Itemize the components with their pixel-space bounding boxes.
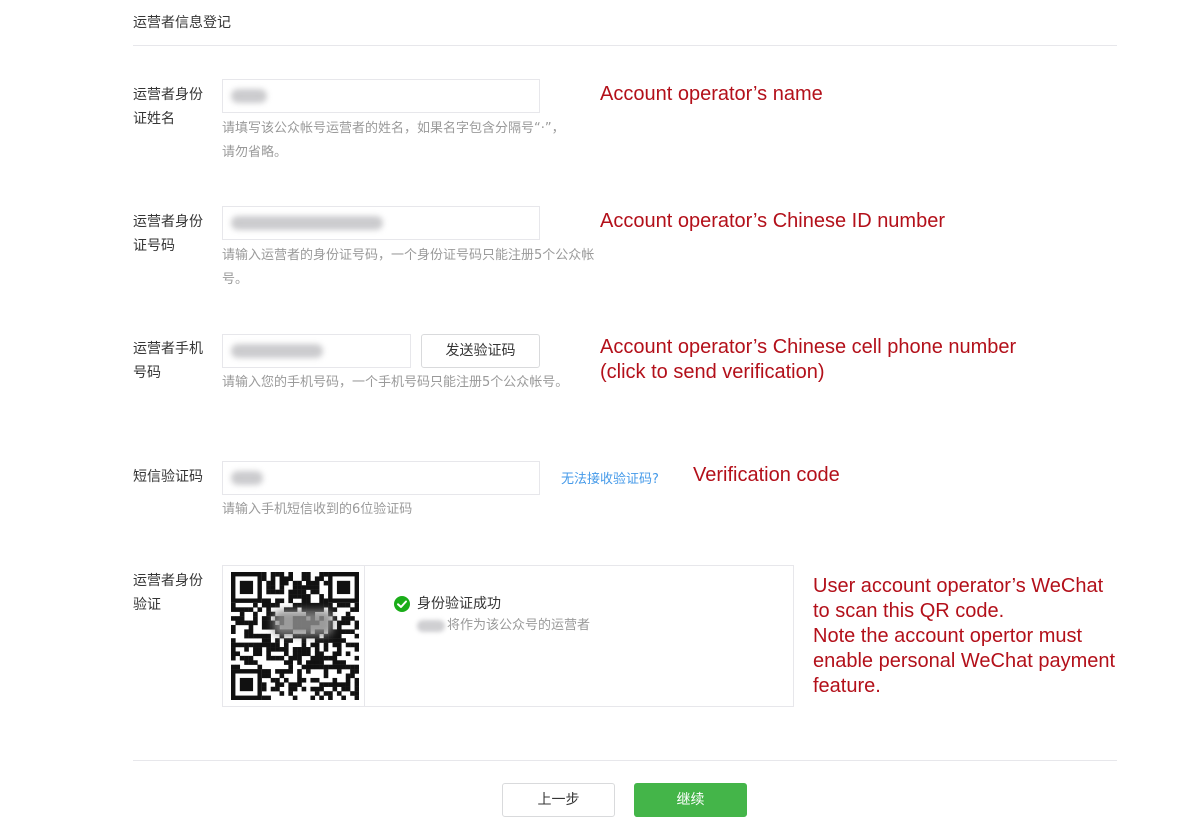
id-name-label: 运营者身份证姓名 — [133, 87, 203, 127]
annotation-qr-line: User account operator’s WeChat — [813, 575, 1104, 597]
qr-code-icon[interactable] — [231, 572, 360, 701]
blurred-name — [417, 619, 445, 632]
send-code-button[interactable]: 发送验证码 — [421, 334, 540, 368]
operator-note: 将作为该公众号的运营者 — [417, 614, 590, 633]
annotation-name: Account operator’s name — [600, 83, 823, 105]
qr-blur-overlay — [273, 610, 333, 636]
header-divider — [133, 45, 1117, 46]
sms-code-input[interactable] — [222, 461, 540, 495]
operator-note-text: 将作为该公众号的运营者 — [447, 618, 591, 633]
id-number-input[interactable] — [222, 206, 540, 240]
id-name-hint: 请填写该公众帐号运营者的姓名，如果名字包含分隔号“·”，请勿省略。 — [222, 121, 565, 160]
check-circle-icon — [394, 596, 410, 612]
card-divider — [364, 566, 365, 706]
annotation-phone-sub: (click to send verification) — [600, 361, 825, 383]
identity-verify-card: 身份验证成功 将作为该公众号的运营者 — [222, 565, 794, 707]
id-number-label: 运营者身份证号码 — [133, 214, 203, 254]
blurred-value — [231, 216, 383, 230]
annotation-qr-line: Note the account opertor must — [813, 625, 1083, 647]
annotation-qr-line: feature. — [813, 675, 881, 697]
sms-code-hint: 请输入手机短信收到的6位验证码 — [222, 502, 413, 517]
continue-button[interactable]: 继续 — [634, 783, 747, 817]
sms-code-label: 短信验证码 — [133, 469, 203, 485]
cannot-receive-code-link[interactable]: 无法接收验证码? — [561, 468, 659, 487]
verify-success-text: 身份验证成功 — [417, 596, 501, 612]
annotation-qr-line: enable personal WeChat payment — [813, 650, 1116, 672]
identity-label: 运营者身份验证 — [133, 573, 203, 613]
annotation-phone: Account operator’s Chinese cell phone nu… — [600, 336, 1017, 358]
annotation-qr-line: to scan this QR code. — [813, 600, 1005, 622]
annotation-verification: Verification code — [693, 464, 840, 486]
qr-code-graphic — [231, 572, 360, 701]
blurred-value — [231, 471, 263, 485]
previous-step-button[interactable]: 上一步 — [502, 783, 615, 817]
phone-hint: 请输入您的手机号码，一个手机号码只能注册5个公众帐号。 — [222, 375, 569, 390]
annotation-qr: User account operator’s WeChat to scan t… — [813, 574, 1115, 699]
blurred-value — [231, 89, 267, 103]
id-name-input[interactable] — [222, 79, 540, 113]
blurred-value — [231, 344, 323, 358]
footer-divider — [133, 760, 1117, 761]
phone-input[interactable] — [222, 334, 411, 368]
id-number-hint: 请输入运营者的身份证号码，一个身份证号码只能注册5个公众帐号。 — [222, 248, 595, 287]
section-title: 运营者信息登记 — [133, 15, 231, 31]
phone-label: 运营者手机号码 — [133, 341, 203, 381]
annotation-id-number: Account operator’s Chinese ID number — [600, 210, 945, 232]
